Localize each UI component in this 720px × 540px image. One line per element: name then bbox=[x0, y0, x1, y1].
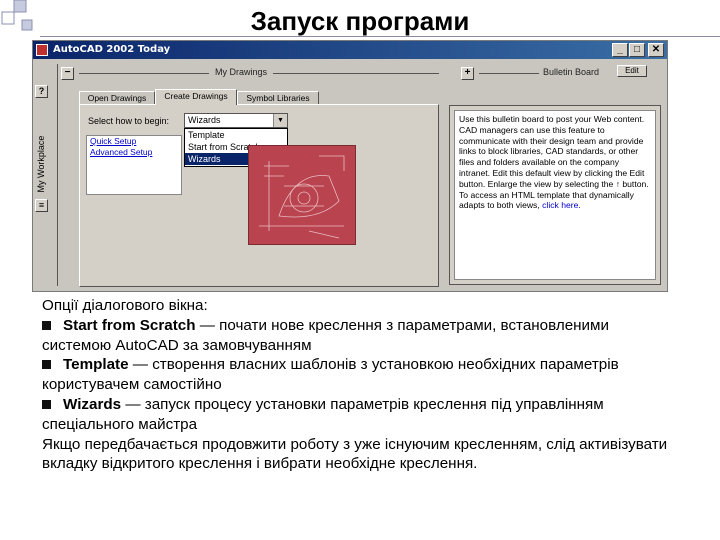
collapse-workplace-icon[interactable]: ≡ bbox=[35, 199, 48, 212]
term-wizards: Wizards bbox=[63, 395, 122, 413]
slide-title: Запуск програми bbox=[250, 6, 470, 36]
title-divider bbox=[40, 36, 720, 37]
quick-setup-link[interactable]: Quick Setup bbox=[87, 136, 181, 147]
my-drawings-title: My Drawings bbox=[215, 67, 268, 77]
collapse-drawings-button[interactable]: − bbox=[61, 67, 74, 80]
option-start-from-scratch-desc: Start from Scratch — почати нове креслен… bbox=[42, 316, 682, 356]
edit-bulletin-button[interactable]: Edit bbox=[617, 65, 647, 77]
tab-open-drawings[interactable]: Open Drawings bbox=[79, 91, 155, 104]
create-drawings-panel: Select how to begin: Wizards ▼ Template … bbox=[79, 104, 439, 287]
desc-wizards: — запуск процесу установки параметрів кр… bbox=[42, 395, 604, 433]
bulletin-board-panel: Use this bulletin board to post your Web… bbox=[449, 105, 661, 285]
begin-method-select[interactable]: Wizards ▼ bbox=[184, 113, 288, 128]
header-guide-line bbox=[479, 73, 539, 74]
header-guide-line bbox=[273, 73, 439, 74]
closing-text: Якщо передбачається продовжити роботу з … bbox=[42, 435, 668, 473]
tab-create-drawings[interactable]: Create Drawings bbox=[155, 89, 237, 105]
workplace-sidebar: ? ≡ My Workplace bbox=[33, 59, 51, 291]
vertical-guide-line bbox=[57, 64, 58, 286]
drawing-preview-image bbox=[248, 145, 356, 245]
expand-bulletin-button[interactable]: + bbox=[461, 67, 474, 80]
tab-symbol-libraries[interactable]: Symbol Libraries bbox=[237, 91, 319, 104]
window-title: AutoCAD 2002 Today bbox=[53, 44, 171, 55]
bulletin-link[interactable]: click here. bbox=[542, 200, 581, 210]
help-icon[interactable]: ? bbox=[35, 85, 48, 98]
dropdown-arrow-icon[interactable]: ▼ bbox=[273, 114, 287, 127]
window-body: ? ≡ My Workplace − My Drawings Open Draw… bbox=[33, 59, 667, 291]
intro-text: Опції діалогового вікна: bbox=[42, 297, 208, 314]
close-button[interactable]: ✕ bbox=[648, 43, 664, 57]
option-template[interactable]: Template bbox=[185, 129, 287, 141]
advanced-setup-link[interactable]: Advanced Setup bbox=[87, 147, 181, 158]
select-value: Wizards bbox=[188, 115, 221, 125]
description-text: Опції діалогового вікна: Start from Scra… bbox=[42, 296, 682, 474]
workplace-label: My Workplace bbox=[36, 135, 46, 193]
term-template: Template bbox=[63, 356, 129, 374]
bulletin-content: Use this bulletin board to post your Web… bbox=[454, 110, 656, 280]
header-guide-line bbox=[79, 73, 209, 74]
bulletin-board-title: Bulletin Board bbox=[543, 67, 600, 77]
bulletin-text: Use this bulletin board to post your Web… bbox=[459, 114, 649, 211]
wizard-list: Quick Setup Advanced Setup bbox=[86, 135, 182, 195]
option-template-desc: Template — створення власних шаблонів з … bbox=[42, 355, 682, 395]
bullet-icon bbox=[42, 399, 51, 409]
term-start-from-scratch: Start from Scratch bbox=[63, 316, 196, 334]
maximize-button[interactable]: □ bbox=[629, 43, 645, 57]
app-icon bbox=[36, 44, 48, 56]
bullet-icon bbox=[42, 360, 51, 370]
minimize-button[interactable]: _ bbox=[612, 43, 628, 57]
bullet-icon bbox=[42, 320, 51, 330]
window-titlebar[interactable]: AutoCAD 2002 Today _ □ ✕ bbox=[33, 41, 667, 59]
option-wizards-desc: Wizards — запуск процесу установки парам… bbox=[42, 395, 682, 435]
select-label: Select how to begin: bbox=[88, 116, 170, 126]
autocad-today-window: AutoCAD 2002 Today _ □ ✕ ? ≡ My Workplac… bbox=[32, 40, 668, 292]
desc-template: — створення власних шаблонів з установко… bbox=[42, 356, 619, 394]
